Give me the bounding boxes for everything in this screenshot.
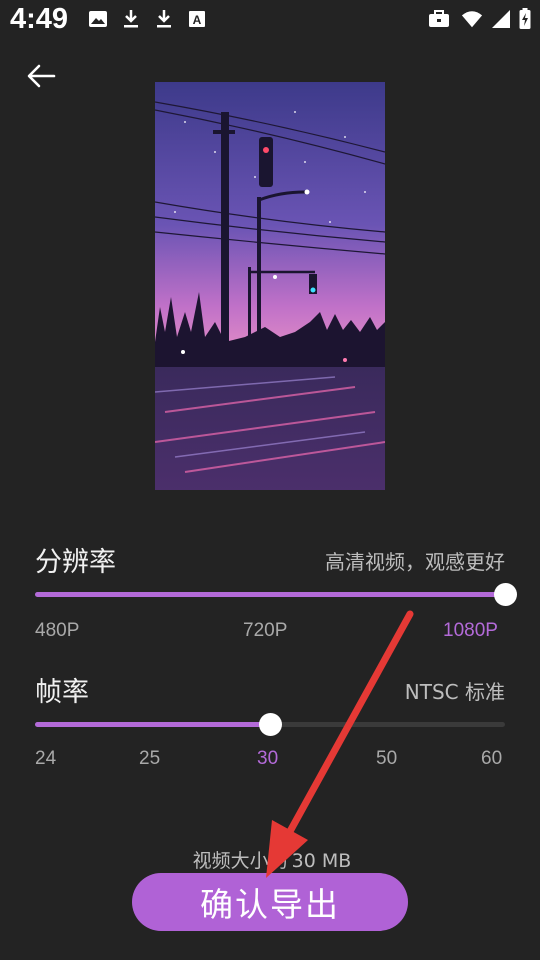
confirm-export-button[interactable]: 确认导出 <box>132 873 408 931</box>
image-icon <box>87 8 109 30</box>
framerate-option-60[interactable]: 60 <box>481 748 502 770</box>
status-time: 4:49 <box>10 3 69 35</box>
resolution-option-720p[interactable]: 720P <box>243 620 287 642</box>
download-icon <box>153 8 175 30</box>
resolution-description: 高清视频，观感更好 <box>325 550 505 574</box>
framerate-option-30[interactable]: 30 <box>257 748 278 770</box>
status-bar: 4:49 A <box>0 0 540 44</box>
framerate-option-25[interactable]: 25 <box>139 748 160 770</box>
video-preview-image <box>155 82 385 490</box>
framerate-slider-fill <box>35 722 270 727</box>
framerate-slider[interactable] <box>35 713 505 736</box>
framerate-title: 帧率 <box>35 677 89 708</box>
video-size-label: 视频大小约 30 MB <box>0 846 540 873</box>
framerate-description: NTSC 标准 <box>404 680 505 704</box>
signal-icon <box>490 8 512 30</box>
back-button[interactable] <box>22 58 62 98</box>
resolution-slider-fill <box>35 592 505 597</box>
video-size-value: 30 MB <box>291 850 352 872</box>
framerate-option-24[interactable]: 24 <box>35 748 56 770</box>
arrow-left-icon <box>27 64 56 88</box>
video-size-prefix: 视频大小约 <box>192 850 288 872</box>
wifi-icon <box>461 8 483 30</box>
svg-text:A: A <box>193 13 202 27</box>
briefcase-icon <box>428 8 450 30</box>
framerate-option-50[interactable]: 50 <box>376 748 397 770</box>
resolution-option-480p[interactable]: 480P <box>35 620 79 642</box>
a-badge-icon: A <box>186 8 208 30</box>
framerate-slider-thumb[interactable] <box>259 713 282 736</box>
battery-icon <box>514 8 536 30</box>
download-icon <box>120 8 142 30</box>
resolution-slider-thumb[interactable] <box>494 583 517 606</box>
resolution-slider[interactable] <box>35 583 517 606</box>
resolution-title: 分辨率 <box>35 547 116 578</box>
resolution-option-1080p[interactable]: 1080P <box>443 620 498 642</box>
